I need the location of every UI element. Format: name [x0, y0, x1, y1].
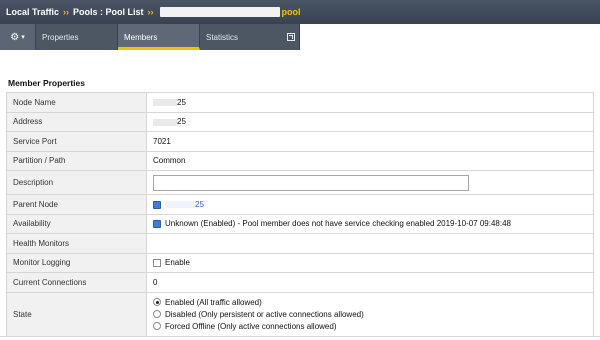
breadcrumb-local-traffic[interactable]: Local Traffic	[6, 7, 59, 17]
radio-label: Forced Offline (Only active connections …	[165, 321, 337, 331]
divider	[0, 336, 600, 337]
monitor-logging-label: Monitor Logging	[6, 252, 147, 273]
monitor-logging-checkbox[interactable]	[153, 259, 161, 268]
state-option-disabled[interactable]: Disabled (Only persistent or active conn…	[153, 308, 587, 320]
table-row: Availability Unknown (Enabled) - Pool me…	[6, 213, 594, 234]
table-row: Address 25	[6, 111, 594, 132]
description-input[interactable]	[153, 174, 469, 191]
status-unknown-icon	[153, 220, 161, 229]
address-value: 25	[146, 111, 594, 132]
current-connections-value: 0	[146, 272, 594, 293]
tab-label: Statistics	[206, 32, 239, 42]
table-row: Health Monitors	[6, 233, 594, 254]
table-row: Current Connections 0	[6, 272, 594, 293]
availability-cell: Unknown (Enabled) - Pool member does not…	[146, 213, 594, 234]
description-cell	[146, 170, 594, 195]
chevron-down-icon: ▾	[21, 34, 25, 41]
availability-label: Availability	[6, 213, 147, 234]
table-row: State Enabled (All traffic allowed) Disa…	[6, 291, 594, 337]
tab-strip: ⚙ ▾ Properties Members Statistics	[0, 24, 300, 50]
redacted-node	[165, 201, 195, 209]
member-properties-table: Node Name 25 Address 25 Service Port 702…	[6, 92, 594, 337]
tab-statistics[interactable]: Statistics	[200, 24, 300, 50]
state-option-enabled[interactable]: Enabled (All traffic allowed)	[153, 296, 587, 308]
redacted-ip	[153, 99, 177, 107]
table-row: Service Port 7021	[6, 131, 594, 152]
service-port-label: Service Port	[6, 131, 147, 152]
breadcrumb-pool-name: pool	[281, 7, 301, 17]
table-row: Description	[6, 170, 594, 195]
gear-icon: ⚙	[10, 31, 20, 43]
state-label: State	[6, 291, 147, 337]
tab-members[interactable]: Members	[118, 24, 200, 50]
radio-forced-offline[interactable]	[153, 322, 161, 330]
state-cell: Enabled (All traffic allowed) Disabled (…	[146, 291, 594, 337]
redacted-pool-name	[159, 7, 280, 17]
monitor-logging-text: Enable	[165, 258, 190, 268]
address-text: 25	[177, 117, 186, 127]
availability-text: Unknown (Enabled) - Pool member does not…	[165, 219, 511, 229]
parent-node-label: Parent Node	[6, 194, 147, 215]
partition-label: Partition / Path	[6, 150, 147, 171]
address-label: Address	[6, 111, 147, 132]
tab-label: Members	[124, 32, 158, 42]
redacted-ip	[153, 118, 177, 126]
parent-node-cell: 25	[146, 194, 594, 215]
node-icon	[153, 200, 161, 209]
service-port-value: 7021	[146, 131, 594, 152]
breadcrumb-separator: ››	[147, 7, 154, 17]
tab-properties[interactable]: Properties	[36, 24, 118, 50]
monitor-logging-cell: Enable	[146, 252, 594, 273]
radio-label: Enabled (All traffic allowed)	[165, 297, 262, 307]
health-monitors-label: Health Monitors	[6, 233, 147, 254]
radio-disabled[interactable]	[153, 310, 161, 318]
partition-value: Common	[146, 150, 594, 171]
node-name-text: 25	[177, 97, 186, 107]
tab-bar: ⚙ ▾ Properties Members Statistics	[0, 24, 600, 50]
description-label: Description	[6, 170, 147, 195]
radio-label: Disabled (Only persistent or active conn…	[165, 309, 364, 319]
breadcrumb-separator: ››	[63, 7, 70, 17]
table-row: Partition / Path Common	[6, 150, 594, 171]
table-row: Monitor Logging Enable	[6, 252, 594, 273]
table-row: Parent Node 25	[6, 194, 594, 215]
radio-enabled[interactable]	[153, 298, 161, 306]
tab-label: Properties	[42, 32, 79, 42]
table-row: Node Name 25	[6, 92, 594, 113]
popout-icon[interactable]	[287, 33, 295, 41]
section-title: Member Properties	[8, 78, 85, 88]
parent-node-link[interactable]: 25	[195, 200, 204, 209]
gear-menu-button[interactable]: ⚙ ▾	[0, 24, 36, 50]
breadcrumb: Local Traffic ›› Pools : Pool List ›› po…	[0, 0, 600, 24]
state-option-forced-offline[interactable]: Forced Offline (Only active connections …	[153, 320, 587, 332]
health-monitors-value	[146, 233, 594, 254]
current-connections-label: Current Connections	[6, 272, 147, 293]
node-name-value: 25	[146, 92, 594, 113]
breadcrumb-pool-list[interactable]: Pools : Pool List	[73, 7, 144, 17]
node-name-label: Node Name	[6, 92, 147, 113]
